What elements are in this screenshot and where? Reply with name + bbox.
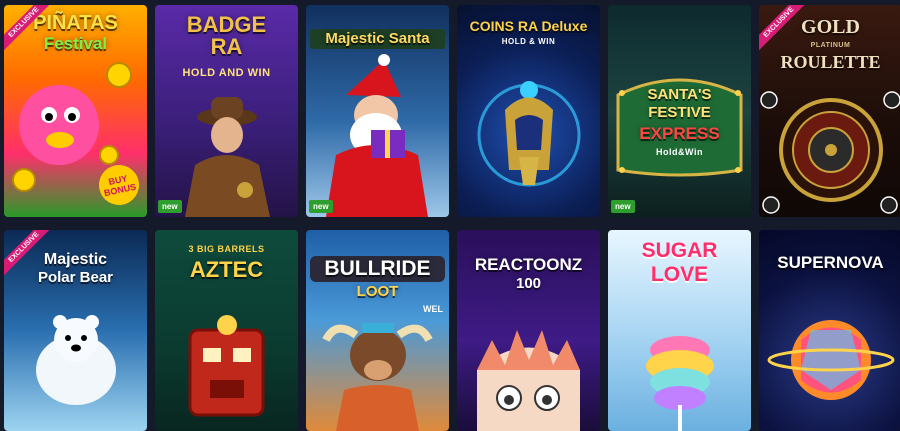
game-title-line2: RA xyxy=(210,34,243,59)
game-title: SANTA'S xyxy=(647,86,712,103)
game-tile-majestic-santa[interactable]: Majestic Santa new xyxy=(306,5,449,217)
game-grid: PIÑATAS Festival BUY BONUS EXCLUSIVE BAD… xyxy=(0,0,900,431)
game-subtitle: HOLD AND WIN xyxy=(182,67,271,79)
new-badge: new xyxy=(309,200,333,213)
game-title-line2: FESTIVE xyxy=(648,104,711,121)
game-subtitle: HOLD & WIN xyxy=(501,37,556,46)
exclusive-ribbon: EXCLUSIVE xyxy=(759,5,815,61)
game-tile-gold-roulette[interactable]: GOLD PLATINUM ROULETTE EXCLUSIVE xyxy=(759,5,900,217)
game-title-line3: EXPRESS xyxy=(639,124,720,143)
game-title: SUGAR xyxy=(641,239,718,262)
sign-text: WEL xyxy=(423,304,443,314)
game-title-line2: 100 xyxy=(515,275,542,292)
game-subtitle: 3 BIG BARRELS xyxy=(188,244,265,254)
game-tile-pinatas-festival[interactable]: PIÑATAS Festival BUY BONUS EXCLUSIVE xyxy=(4,5,147,217)
game-title: BADGE xyxy=(186,12,267,37)
exclusive-ribbon: EXCLUSIVE xyxy=(4,5,60,61)
game-title: REACTOONZ xyxy=(474,255,583,274)
game-subtitle: Hold&Win xyxy=(656,147,703,157)
game-tile-majestic-polar-bear[interactable]: Majestic Polar Bear EXCLUSIVE xyxy=(4,230,147,431)
game-tile-coins-ra-deluxe[interactable]: COINS RA Deluxe HOLD & WIN xyxy=(457,5,600,217)
game-title: COINS RA Deluxe xyxy=(469,18,588,34)
game-tile-bullride-loot[interactable]: BULLRIDE LOOT WEL xyxy=(306,230,449,431)
game-title: SUPERNOVA xyxy=(777,253,884,272)
game-title: Majestic Santa xyxy=(310,29,445,49)
game-tile-santas-festive-express[interactable]: SANTA'S FESTIVE EXPRESS Hold&Win new xyxy=(608,5,751,217)
game-tile-3-big-barrels-aztec[interactable]: 3 BIG BARRELS AZTEC xyxy=(155,230,298,431)
game-title-line2: LOVE xyxy=(650,263,709,286)
game-title-line2: LOOT xyxy=(356,283,399,300)
game-tile-badge-ra[interactable]: BADGE RA HOLD AND WIN new xyxy=(155,5,298,217)
game-title: BULLRIDE xyxy=(310,256,445,283)
exclusive-ribbon: EXCLUSIVE xyxy=(4,230,60,286)
game-tile-supernova[interactable]: SUPERNOVA xyxy=(759,230,900,431)
new-badge: new xyxy=(611,200,635,213)
game-tile-sugar-love[interactable]: SUGAR LOVE xyxy=(608,230,751,431)
new-badge: new xyxy=(158,200,182,213)
game-tile-reactoonz-100[interactable]: REACTOONZ 100 xyxy=(457,230,600,431)
game-title: AZTEC xyxy=(189,257,264,282)
